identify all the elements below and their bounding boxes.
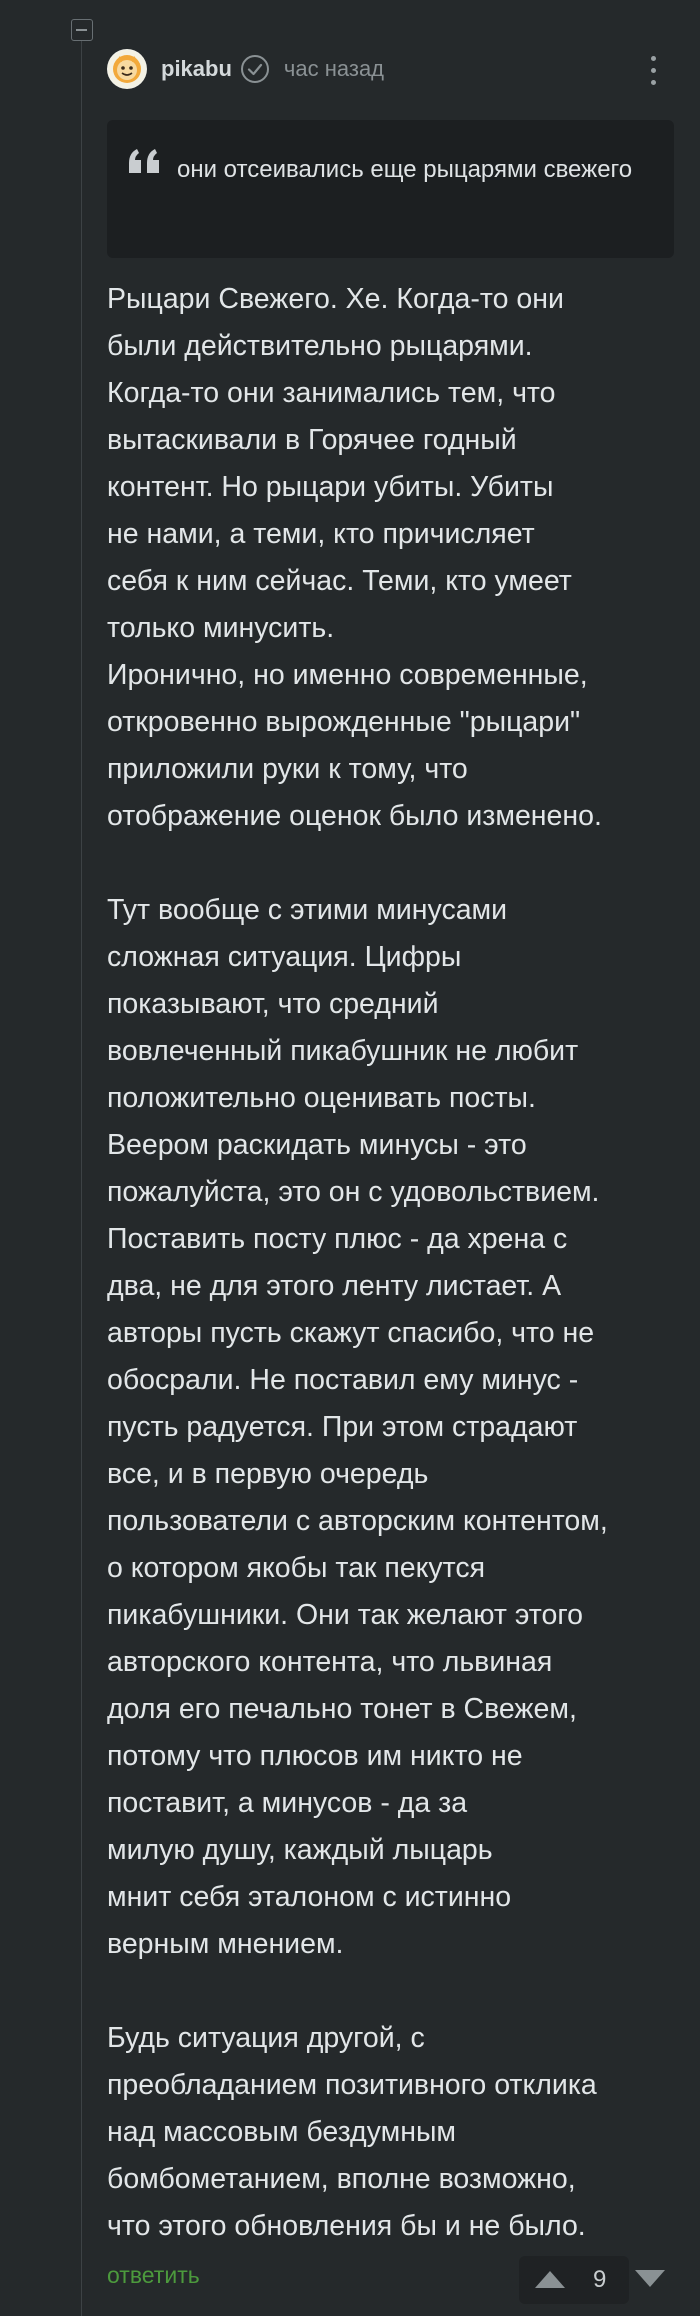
- paragraph-1: Рыцари Свежего. Хе. Когда-то они были де…: [107, 276, 674, 840]
- text-line: вытаскивали в Горячее годный: [107, 424, 517, 456]
- text-line: пожалуйста, это он с удовольствием.: [107, 1176, 600, 1208]
- text-line: были действительно рыцарями.: [107, 330, 533, 362]
- text-line: не нами, а теми, кто причисляет: [107, 518, 535, 550]
- text-line: о котором якобы так пекутся: [107, 1552, 486, 1584]
- text-line: потому что плюсов им никто не: [107, 1740, 523, 1772]
- text-line: Поставить посту плюс - да хрена с: [107, 1223, 568, 1255]
- text-line: приложили руки к тому, что: [107, 753, 468, 785]
- text-line: что этого обновления бы и не было.: [107, 2210, 586, 2242]
- text-line: пользователи с авторским контентом,: [107, 1505, 608, 1537]
- avatar-face-icon: [108, 50, 146, 88]
- text-line: Рыцари Свежего. Хе. Когда-то они: [107, 283, 564, 315]
- author-name[interactable]: pikabu: [161, 56, 232, 82]
- paragraph-3: Будь ситуация другой, с преобладанием по…: [107, 2015, 674, 2250]
- rating-box: 9: [519, 2256, 629, 2304]
- text-line: авторы пусть скажут спасибо, что не: [107, 1317, 595, 1349]
- quote-text: они отсеивались еще рыцарями свежего: [177, 147, 657, 193]
- text-line: пусть радуется. При этом страдают: [107, 1411, 578, 1443]
- text-line: положительно оценивать посты.: [107, 1082, 536, 1114]
- downvote-icon[interactable]: [633, 2268, 667, 2290]
- comment-body: Рыцари Свежего. Хе. Когда-то они были де…: [107, 276, 674, 2250]
- text-line: верным мнением.: [107, 1928, 344, 1960]
- comment-header: pikabu час назад: [107, 48, 674, 90]
- verified-icon: [240, 55, 269, 83]
- text-line: показывают, что средний: [107, 988, 439, 1020]
- reply-button[interactable]: ответить: [107, 2262, 200, 2289]
- text-line: два, не для этого ленту листает. А: [107, 1270, 562, 1302]
- text-line: Когда-то они занимались тем, что: [107, 377, 556, 409]
- comment-footer: ответить 9: [107, 2256, 674, 2306]
- text-line: доля его печально тонет в Свежем,: [107, 1693, 577, 1725]
- quote-line: рыцарями свежего: [423, 156, 633, 183]
- text-line: Иронично, но именно современные,: [107, 659, 588, 691]
- quote-icon: [129, 149, 159, 173]
- avatar[interactable]: [107, 49, 147, 89]
- comment-time[interactable]: час назад: [284, 56, 384, 82]
- text-line: все, и в первую очередь: [107, 1458, 429, 1490]
- rating-score: 9: [593, 2266, 607, 2293]
- text-line: Будь ситуация другой, с: [107, 2022, 425, 2054]
- upvote-icon[interactable]: [533, 2268, 567, 2290]
- text-line: авторского контента, что львиная: [107, 1646, 553, 1678]
- text-line: обосрали. Не поставил ему минус -: [107, 1364, 579, 1396]
- thread-line: [81, 34, 82, 2316]
- text-line: отображение оценок было изменено.: [107, 800, 602, 832]
- text-line: пикабушники. Они так желают этого: [107, 1599, 583, 1631]
- text-line: милую душу, каждый лыцарь: [107, 1834, 493, 1866]
- quote-block: они отсеивались еще рыцарями свежего: [107, 120, 674, 258]
- text-line: откровенно вырожденные "рыцари": [107, 706, 581, 738]
- text-line: сложная ситуация. Цифры: [107, 941, 462, 973]
- text-line: себя к ним сейчас. Теми, кто умеет: [107, 565, 572, 597]
- text-line: мнит себя эталоном с истинно: [107, 1881, 512, 1913]
- text-line: вовлеченный пикабушник не любит: [107, 1035, 579, 1067]
- text-line: только минусить.: [107, 612, 335, 644]
- text-line: Тут вообще с этими минусами: [107, 894, 508, 926]
- text-line: преобладанием позитивного отклика: [107, 2069, 597, 2101]
- text-line: Веером раскидать минусы - это: [107, 1129, 527, 1161]
- collapse-thread-icon[interactable]: [71, 19, 93, 41]
- text-line: бомбометанием, вполне возможно,: [107, 2163, 576, 2195]
- text-line: над массовым бездумным: [107, 2116, 457, 2148]
- text-line: поставит, а минусов - да за: [107, 1787, 468, 1819]
- text-line: контент. Но рыцари убиты. Убиты: [107, 471, 554, 503]
- quote-line: они отсеивались еще: [177, 156, 417, 183]
- paragraph-2: Тут вообще с этими минусами сложная ситу…: [107, 887, 674, 1968]
- more-options-icon[interactable]: [644, 54, 664, 86]
